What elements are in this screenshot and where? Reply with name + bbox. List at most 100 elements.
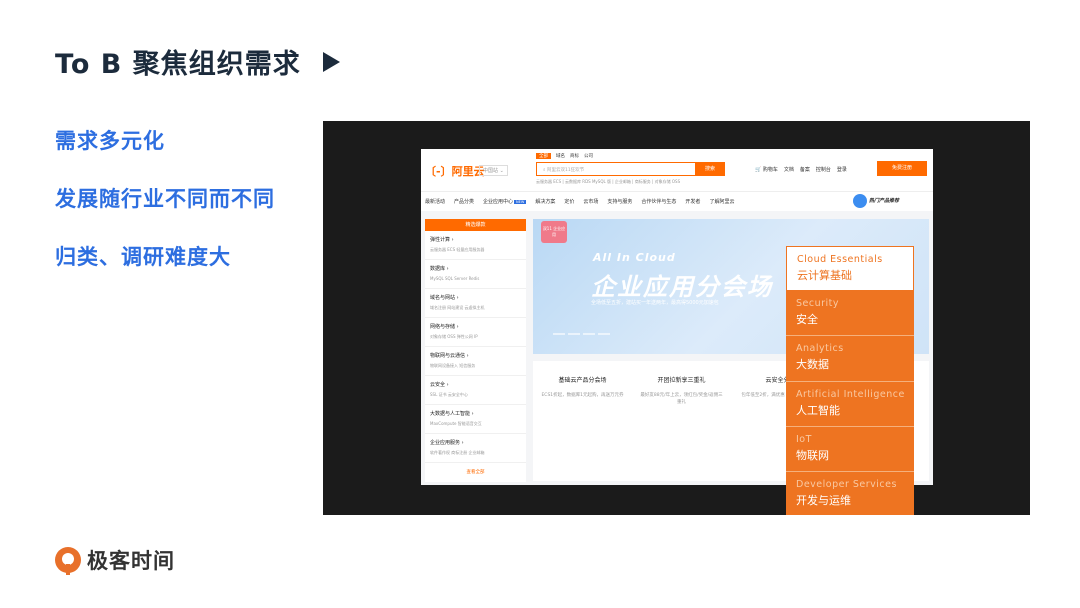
banner-line-1: All In Cloud [593,251,676,264]
sidebar-group[interactable]: 网络与存储 › 对象存储 OSS 弹性公网 IP [425,318,526,347]
menu-item-ai[interactable]: Artificial Intelligence 人工智能 [786,381,914,427]
group-sub: MaxCompute 智能语音交互 [430,421,482,426]
search-input[interactable]: ⌕ 阿里云双11狂欢节 [536,162,696,176]
search-tab-all[interactable]: 全部 [536,153,551,159]
point-3: 归类、调研难度大 [55,245,231,269]
search-tabs: 全部 域名 商标 公司 [536,153,593,159]
group-sub: 云服务器 ECS 轻量应用服务器 [430,247,485,252]
group-sub: MySQL SQL Server Redis [430,276,480,281]
carousel-dots[interactable] [553,333,610,335]
menu-item-cloud-essentials[interactable]: Cloud Essentials 云计算基础 [786,246,914,292]
search-tab-domain[interactable]: 域名 [556,153,565,159]
menu-item-developer-services[interactable]: Developer Services 开发与运维 [786,471,914,515]
menu-item-en: IoT [796,433,812,445]
group-sub: 对象存储 OSS 弹性公网 IP [430,334,478,339]
carousel-dot[interactable] [598,333,610,335]
aliyun-screenshot: 〔-〕阿里云 中国站 ⌄ 全部 域名 商标 公司 ⌕ 阿里云双11狂欢节 搜索 … [323,121,1030,515]
promo-card[interactable]: 开团拉新享三重礼 最好友88元/年上云，领红包/奖金/返佣三重礼 [632,361,731,481]
hot-product-label: 热门产品推荐 [869,198,900,204]
hot-words[interactable]: 云服务器 ECS | 云数据库 RDS MySQL 版 | 企业邮箱 | 商标服… [536,179,680,185]
group-title: 域名与网站 › [430,295,459,301]
card-sub: ECS1折起，数据库1元起购，再送万元券 [541,393,624,398]
nav-item[interactable]: 定价 [564,198,574,205]
group-title: 物联网与云通信 › [430,353,469,359]
nav-item[interactable]: 支持与服务 [607,198,632,205]
menu-item-zh: 人工智能 [796,403,840,417]
group-title: 弹性计算 › [430,237,454,243]
slide-title-text: To B 聚焦组织需求 [55,49,301,80]
group-sub: 域名注册 网站建设 云虚拟主机 [430,305,485,310]
sidebar-group[interactable]: 弹性计算 › 云服务器 ECS 轻量应用服务器 [425,231,526,260]
menu-item-en: Analytics [796,343,844,355]
menu-item-en: Security [796,298,840,310]
menu-item-en: Cloud Essentials [797,254,883,265]
sidebar-group[interactable]: 数据库 › MySQL SQL Server Redis [425,260,526,289]
console-link[interactable]: 控制台 [816,166,831,173]
carousel-dot[interactable] [568,333,580,335]
geektime-logo: 极客时间 [55,545,175,575]
new-badge: NEW [514,200,527,204]
region-selector[interactable]: 中国站 ⌄ [479,165,508,176]
group-sub: 软件著作权 商标注册 企业邮箱 [430,450,485,455]
search-tab-company[interactable]: 公司 [584,153,593,159]
menu-item-zh: 物联网 [796,448,829,462]
sidebar-head: 精选爆款 [425,219,526,231]
nav-item[interactable]: 最新活动 [425,198,445,205]
carousel-dot[interactable] [553,333,565,335]
menu-item-zh: 云计算基础 [797,269,852,282]
nav-item-label: 企业应用中心 [483,199,514,205]
menu-item-en: Artificial Intelligence [796,388,905,400]
nav-item[interactable]: 产品分类 [454,198,474,205]
menu-item-security[interactable]: Security 安全 [786,291,914,337]
group-sub: 物联网设备接入 短信服务 [430,363,476,368]
group-sub: SSL 证书 云安全中心 [430,392,468,397]
menu-item-zh: 安全 [796,313,818,327]
menu-item-zh: 大数据 [796,358,829,372]
sidebar-group[interactable]: 域名与网站 › 域名注册 网站建设 云虚拟主机 [425,289,526,318]
nav-item[interactable]: 开发者 [685,198,700,205]
category-menu: Cloud Essentials 云计算基础 Security 安全 Analyti… [786,246,914,515]
signup-button[interactable]: 免费注册 [877,161,927,176]
login-link[interactable]: 登录 [837,166,847,173]
nav-item[interactable]: 了解阿里云 [709,198,734,205]
slide-title: To B 聚焦组织需求 [55,42,340,81]
sidebar-group[interactable]: 云安全 › SSL 证书 云安全中心 [425,376,526,405]
product-sidebar: 精选爆款 弹性计算 › 云服务器 ECS 轻量应用服务器 数据库 › MySQL S… [425,219,526,482]
menu-item-en: Developer Services [796,478,897,490]
sidebar-group[interactable]: 企业应用服务 › 软件著作权 商标注册 企业邮箱 [425,434,526,463]
cart-link[interactable]: 🛒 购物车 [755,166,778,173]
geektime-logo-text: 极客时间 [87,549,175,573]
banner-tag: 双11 企业应用 [541,221,567,243]
group-title: 大数据与人工智能 › [430,411,474,417]
docs-link[interactable]: 文档 [784,166,794,173]
bullet-points: 需求多元化 发展随行业不同而不同 归类、调研难度大 [55,125,275,299]
view-all-link[interactable]: 查看全部 [425,469,526,475]
menu-item-iot[interactable]: IoT 物联网 [786,426,914,472]
hot-product-promo[interactable]: 热门产品推荐 [853,192,923,210]
aliyun-logo[interactable]: 〔-〕阿里云 [425,163,485,179]
sidebar-group[interactable]: 物联网与云通信 › 物联网设备接入 短信服务 [425,347,526,376]
point-1: 需求多元化 [55,129,165,153]
group-title: 网络与存储 › [430,324,459,330]
top-bar: 〔-〕阿里云 中国站 ⌄ 全部 域名 商标 公司 ⌕ 阿里云双11狂欢节 搜索 … [421,149,933,191]
sidebar-group[interactable]: 大数据与人工智能 › MaxCompute 智能语音交互 [425,405,526,434]
nav-item[interactable]: 企业应用中心 NEW [483,198,527,205]
nav-item[interactable]: 解决方案 [535,198,555,205]
banner-line-2: 企业应用分会场 [591,273,773,301]
promo-card[interactable]: 基础云产品分会场 ECS1折起，数据库1元起购，再送万元券 [533,361,632,481]
search-tab-trademark[interactable]: 商标 [570,153,579,159]
icp-link[interactable]: 备案 [800,166,810,173]
top-links: 🛒 购物车 文档 备案 控制台 登录 [755,166,847,173]
carousel-dot[interactable] [583,333,595,335]
card-sub: 最好友88元/年上云，领红包/奖金/返佣三重礼 [640,393,723,405]
point-2: 发展随行业不同而不同 [55,187,275,211]
menu-item-analytics[interactable]: Analytics 大数据 [786,336,914,382]
search-button[interactable]: 搜索 [695,162,725,176]
nav-item[interactable]: 合作伙伴与生态 [641,198,676,205]
search-placeholder: 阿里云双11狂欢节 [546,168,585,173]
group-title: 企业应用服务 › [430,440,464,446]
group-title: 云安全 › [430,382,449,388]
card-title: 基础云产品分会场 [558,377,607,384]
nav-item[interactable]: 云市场 [583,198,598,205]
menu-item-zh: 开发与运维 [796,493,851,507]
